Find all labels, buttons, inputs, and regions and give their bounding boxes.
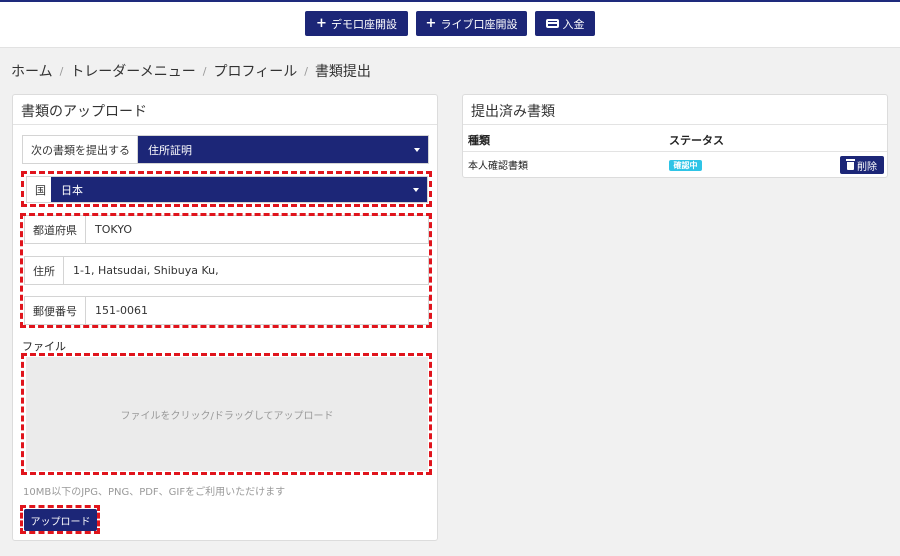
postal-code-input[interactable]: 151-0061 (86, 297, 428, 324)
address-input[interactable]: 1-1, Hatsudai, Shibuya Ku, (64, 257, 428, 284)
prefecture-input[interactable]: TOKYO (86, 216, 428, 243)
plus-icon: + (316, 16, 327, 31)
upload-button[interactable]: アップロード (24, 509, 97, 531)
delete-button-label: 削除 (857, 161, 877, 173)
breadcrumb-trader-menu[interactable]: トレーダーメニュー (70, 61, 195, 81)
demo-account-label: デモ口座開設 (330, 17, 397, 31)
document-type-select[interactable]: 住所証明 (138, 136, 428, 163)
document-type-field: 次の書類を提出する 住所証明 (22, 135, 429, 164)
upload-panel-title: 書類のアップロード (13, 95, 437, 125)
column-header-type: 種類 (468, 134, 490, 147)
status-badge: 確認中 (669, 160, 702, 171)
breadcrumb: ホーム / トレーダーメニュー / プロフィール / 書類提出 (11, 61, 371, 81)
address-field: 住所 1-1, Hatsudai, Shibuya Ku, (24, 256, 429, 285)
breadcrumb-separator: / (59, 64, 64, 78)
status-badge-text: 確認中 (673, 161, 698, 170)
live-account-button[interactable]: + ライブ口座開設 (416, 11, 527, 36)
postal-code-field: 郵便番号 151-0061 (24, 296, 429, 325)
country-field: 国 日本 (26, 176, 428, 203)
top-bar: + デモ口座開設 + ライブ口座開設 入金 (0, 0, 900, 48)
file-hint: 10MB以下のJPG、PNG、PDF、GIFをご利用いただけます (23, 487, 286, 498)
upload-panel: 書類のアップロード 次の書類を提出する 住所証明 国 日本 都道府県 TOKYO… (12, 94, 438, 541)
document-type-label: 次の書類を提出する (23, 136, 138, 163)
delete-button[interactable]: 削除 (840, 156, 884, 174)
live-account-label: ライブ口座開設 (440, 17, 518, 31)
document-type-value: 住所証明 (148, 143, 192, 157)
postal-code-label: 郵便番号 (25, 297, 86, 324)
deposit-button[interactable]: 入金 (535, 11, 595, 36)
dropzone-text: ファイルをクリック/ドラッグしてアップロード (120, 410, 334, 422)
chevron-down-icon (414, 147, 420, 152)
submitted-panel-title: 提出済み書類 (463, 95, 887, 125)
credit-card-icon (545, 19, 559, 28)
breadcrumb-home[interactable]: ホーム (11, 61, 53, 81)
column-header-status: ステータス (669, 134, 724, 147)
document-type-cell: 本人確認書類 (468, 161, 528, 172)
trash-icon (846, 159, 855, 170)
table-divider (463, 151, 887, 152)
address-label: 住所 (25, 257, 64, 284)
prefecture-label: 都道府県 (25, 216, 86, 243)
file-label: ファイル (22, 340, 66, 353)
breadcrumb-current: 書類提出 (314, 64, 371, 80)
deposit-label: 入金 (562, 17, 585, 31)
submitted-documents-panel: 提出済み書類 種類 ステータス 本人確認書類 確認中 削除 (462, 94, 888, 178)
file-dropzone[interactable]: ファイルをクリック/ドラッグしてアップロード (26, 357, 428, 471)
demo-account-button[interactable]: + デモ口座開設 (305, 11, 408, 36)
chevron-down-icon (413, 187, 419, 192)
breadcrumb-separator: / (304, 64, 308, 78)
country-value: 日本 (61, 183, 83, 197)
breadcrumb-separator: / (202, 64, 207, 78)
country-label: 国 (35, 183, 46, 197)
prefecture-field: 都道府県 TOKYO (24, 215, 429, 244)
country-select[interactable]: 日本 (51, 177, 427, 202)
plus-icon: + (425, 16, 437, 31)
breadcrumb-profile[interactable]: プロフィール (213, 61, 297, 81)
upload-button-label: アップロード (30, 516, 91, 528)
